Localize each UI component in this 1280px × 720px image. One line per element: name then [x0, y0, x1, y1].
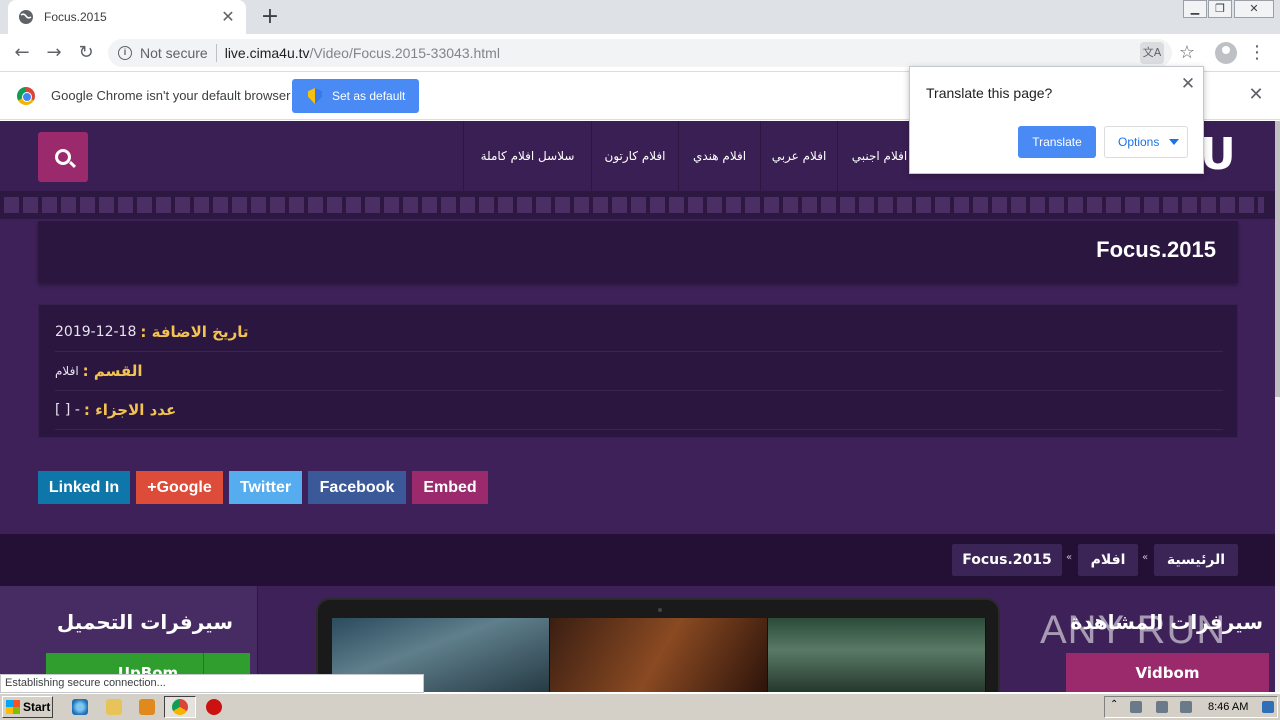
reload-icon[interactable]: ↻: [74, 41, 98, 65]
nav-item-arabic[interactable]: افلام عربي: [760, 121, 837, 191]
category-value[interactable]: افلام: [55, 364, 79, 378]
breadcrumb-home[interactable]: الرئيسية: [1154, 544, 1238, 576]
forward-arrow-icon[interactable]: →: [42, 41, 66, 65]
info-icon[interactable]: i: [118, 46, 132, 60]
site-search-button[interactable]: [38, 132, 88, 182]
back-arrow-icon[interactable]: ←: [10, 41, 34, 65]
antivirus-icon[interactable]: [206, 699, 222, 715]
options-dropdown[interactable]: Options: [1104, 126, 1188, 158]
breadcrumb-current: Focus.2015: [952, 544, 1062, 576]
detail-row-date: تاريخ الاضافة : 2019-12-18: [55, 313, 1223, 352]
infobar-message: Google Chrome isn't your default browser: [51, 88, 291, 103]
film-strip-divider: [0, 191, 1275, 219]
chevron-up-icon[interactable]: ⌃: [1110, 699, 1122, 711]
status-bubble: Establishing secure connection...: [0, 674, 424, 693]
preview-frame: [550, 618, 768, 692]
page-title: Focus.2015: [1096, 237, 1216, 262]
date-value: 2019-12-18: [55, 324, 137, 340]
player-camera-dot: [658, 608, 662, 612]
show-desktop-icon[interactable]: [1262, 701, 1274, 713]
site-logo[interactable]: U: [1200, 133, 1236, 177]
uac-shield-icon: [308, 88, 322, 104]
site-nav: سلاسل افلام كاملة افلام كارتون افلام هند…: [463, 121, 921, 191]
url-path: /Video/Focus.2015-33043.html: [309, 45, 500, 61]
tab-strip: Focus.2015 ✕ + ▁ ❐ ✕: [0, 0, 1280, 34]
share-google-button[interactable]: +Google: [136, 471, 223, 504]
film-holes: [4, 197, 1264, 213]
volume-icon[interactable]: [1156, 701, 1168, 713]
nav-item-series[interactable]: سلاسل افلام كاملة: [463, 121, 591, 191]
close-window-button[interactable]: ✕: [1234, 0, 1274, 18]
embed-button[interactable]: Embed: [412, 471, 488, 504]
breadcrumb: الرئيسية « افلام « Focus.2015: [0, 534, 1275, 586]
nav-item-cartoon[interactable]: افلام كارتون: [591, 121, 678, 191]
chrome-icon: [172, 699, 188, 715]
set-as-default-label: Set as default: [332, 89, 406, 103]
translate-icon[interactable]: 文A: [1140, 42, 1164, 64]
chevron-down-icon: [1169, 139, 1180, 145]
minimize-button[interactable]: ▁: [1183, 0, 1207, 18]
translate-button[interactable]: Translate: [1018, 126, 1096, 158]
url-host: live.cima4u.tv: [224, 45, 310, 61]
omnibox-divider: [215, 44, 217, 62]
breadcrumb-separator: «: [1066, 552, 1073, 563]
page-scrollbar-thumb[interactable]: [1275, 121, 1280, 397]
anyrun-watermark: ANY RUN: [1040, 608, 1227, 652]
options-label: Options: [1118, 135, 1160, 149]
nav-item-indian[interactable]: افلام هندي: [678, 121, 760, 191]
detail-row-category: القسم : افلام: [55, 352, 1223, 391]
parts-value: [ ] -: [55, 402, 80, 418]
category-label: القسم :: [82, 362, 143, 380]
start-button[interactable]: Start: [2, 696, 53, 718]
globe-icon: [18, 9, 34, 25]
download-servers-title: سيرفرات التحميل: [56, 610, 233, 634]
details-panel: تاريخ الاضافة : 2019-12-18 القسم : افلام…: [38, 304, 1238, 438]
tab-title: Focus.2015: [44, 10, 107, 24]
date-label: تاريخ الاضافة :: [140, 323, 249, 341]
preview-frame: [768, 618, 986, 692]
security-label: Not secure: [140, 45, 208, 61]
windows-taskbar: Start ⌃ 8:46 AM: [0, 693, 1280, 720]
share-twitter-button[interactable]: Twitter: [229, 471, 302, 504]
internet-explorer-icon[interactable]: [72, 699, 88, 715]
bookmark-star-icon[interactable]: ☆: [1176, 41, 1198, 65]
share-linkedin-button[interactable]: Linked In: [38, 471, 130, 504]
network-icon[interactable]: [1130, 701, 1142, 713]
close-infobar-icon[interactable]: ✕: [1248, 86, 1264, 104]
folder-icon[interactable]: [106, 699, 122, 715]
new-tab-button[interactable]: +: [258, 5, 282, 29]
player-screen: [332, 618, 986, 692]
breadcrumb-separator: «: [1142, 552, 1149, 563]
close-bubble-icon[interactable]: ✕: [1180, 75, 1196, 93]
media-player-icon[interactable]: [139, 699, 155, 715]
clock[interactable]: 8:46 AM: [1208, 701, 1248, 713]
title-panel: Focus.2015: [38, 221, 1238, 283]
close-tab-icon[interactable]: ✕: [220, 9, 236, 25]
chrome-logo-icon: [17, 87, 35, 105]
address-bar[interactable]: i Not secure live.cima4u.tv /Video/Focus…: [108, 39, 1172, 67]
kebab-menu-icon[interactable]: ⋮: [1248, 41, 1266, 65]
vidbom-server-button[interactable]: Vidbom: [1066, 653, 1269, 692]
set-as-default-button[interactable]: Set as default: [292, 79, 419, 113]
parts-label: عدد الاجزاء :: [83, 401, 177, 419]
windows-logo-icon: [6, 700, 20, 714]
profile-avatar-icon[interactable]: [1215, 42, 1237, 64]
flag-icon[interactable]: [1180, 701, 1192, 713]
browser-tab[interactable]: Focus.2015 ✕: [8, 0, 246, 34]
breadcrumb-movies[interactable]: افلام: [1078, 544, 1138, 576]
translate-prompt: Translate this page?: [926, 85, 1053, 101]
translate-bubble: Translate this page? ✕ Translate Options: [909, 66, 1204, 174]
restore-button[interactable]: ❐: [1208, 0, 1232, 18]
search-icon: [55, 149, 71, 165]
share-facebook-button[interactable]: Facebook: [308, 471, 406, 504]
web-page: سلاسل افلام كاملة افلام كارتون افلام هند…: [0, 121, 1275, 692]
start-label: Start: [23, 700, 51, 714]
detail-row-parts: عدد الاجزاء : [ ] -: [55, 391, 1223, 430]
